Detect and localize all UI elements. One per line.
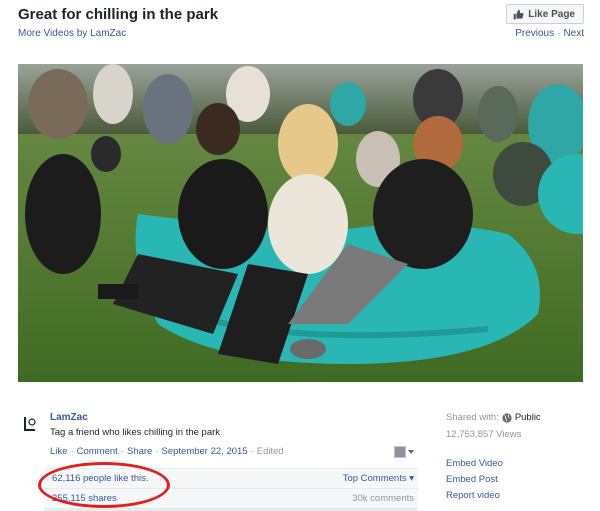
shared-with: Shared with: Public <box>446 412 586 423</box>
action-separator: · <box>155 446 159 457</box>
edited-label[interactable]: Edited <box>257 446 284 457</box>
video-pager: Previous · Next <box>515 28 584 39</box>
next-link[interactable]: Next <box>563 28 584 39</box>
privacy-label[interactable]: Public <box>515 412 541 423</box>
shares-count[interactable]: 255,115 shares <box>52 493 117 504</box>
comment-link[interactable]: Comment <box>77 446 118 457</box>
shares-row: 255,115 shares 30k comments <box>44 488 418 508</box>
post-options: Embed Video Embed Post Report video <box>446 458 503 501</box>
page-avatar[interactable] <box>22 414 40 436</box>
previous-link[interactable]: Previous <box>515 28 554 39</box>
embed-post-link[interactable]: Embed Post <box>446 474 503 485</box>
like-link[interactable]: Like <box>50 446 67 457</box>
lamzac-logo-icon <box>22 414 40 436</box>
view-count: 12,753,857 Views <box>446 429 522 440</box>
pager-separator: · <box>557 28 561 39</box>
action-separator: · <box>120 446 124 457</box>
action-separator: · <box>250 446 254 457</box>
post-info-panel: Shared with: Public 12,753,857 Views <box>446 412 586 440</box>
likes-count[interactable]: 62,116 people like this. <box>52 473 148 484</box>
shared-with-label: Shared with: <box>446 412 499 423</box>
like-page-label: Like Page <box>528 8 575 20</box>
post-as-selector[interactable] <box>394 445 416 459</box>
likes-row: 62,116 people like this. Top Comments ▾ <box>44 468 418 488</box>
user-avatar-icon <box>394 446 406 458</box>
post-caption: Tag a friend who likes chilling in the p… <box>50 427 221 438</box>
thumbs-up-icon <box>513 9 524 19</box>
video-frame <box>18 64 583 382</box>
comments-count[interactable]: 30k comments <box>352 493 414 504</box>
post-author[interactable]: LamZac <box>50 412 88 423</box>
video-title: Great for chilling in the park <box>18 6 219 23</box>
top-comments-dropdown[interactable]: Top Comments ▾ <box>343 473 414 484</box>
share-link[interactable]: Share <box>127 446 152 457</box>
embed-video-link[interactable]: Embed Video <box>446 458 503 469</box>
report-video-link[interactable]: Report video <box>446 490 503 501</box>
caret-down-icon <box>408 450 414 454</box>
post-actions: Like · Comment · Share · September 22, 2015 · Ed… <box>50 446 284 457</box>
more-videos-link[interactable]: More Videos by LamZac <box>18 28 126 39</box>
action-separator: · <box>70 446 74 457</box>
video-player[interactable] <box>18 64 583 382</box>
globe-icon <box>502 412 512 423</box>
post-date[interactable]: September 22, 2015 <box>162 446 248 457</box>
like-page-button[interactable]: Like Page <box>506 4 584 24</box>
